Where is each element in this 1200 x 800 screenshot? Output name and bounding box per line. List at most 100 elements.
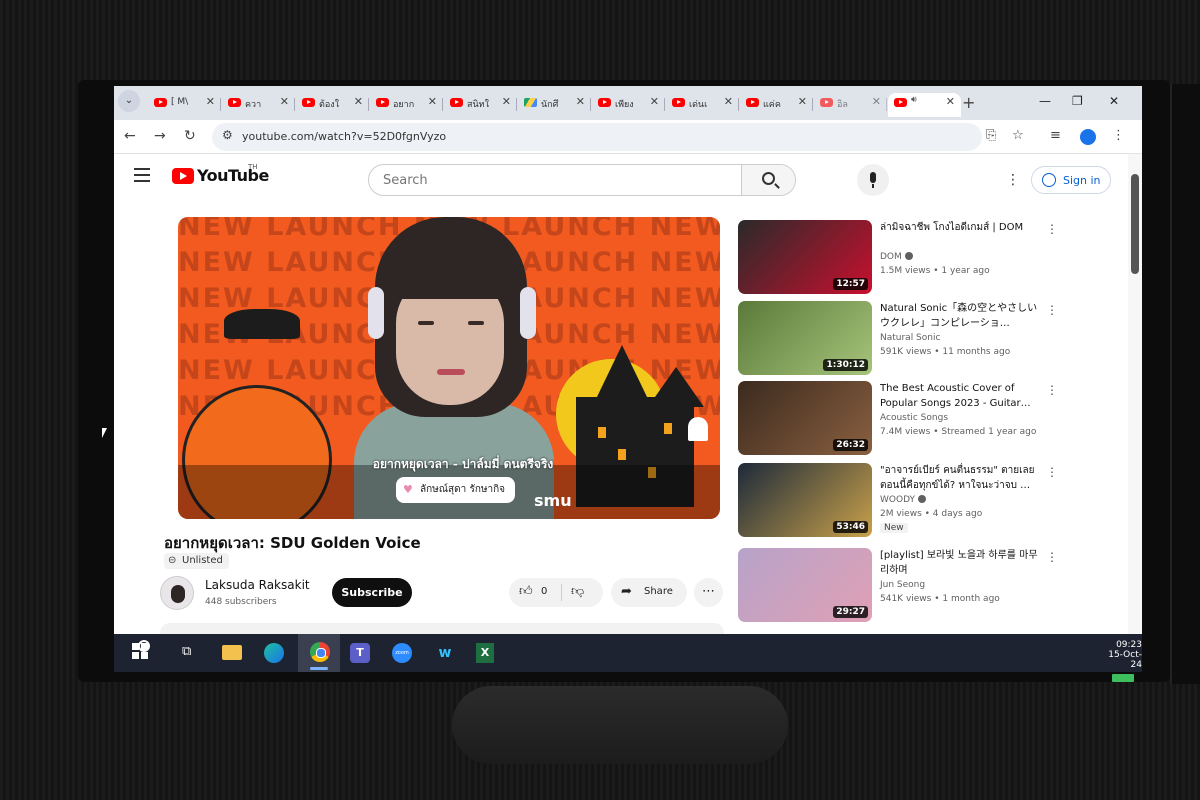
related-channel-name[interactable]: Jun Seong bbox=[880, 580, 925, 590]
browser-tab[interactable]: แค่ค ✕ bbox=[740, 93, 813, 117]
tab-close-icon[interactable]: ✕ bbox=[280, 95, 289, 108]
video-player[interactable]: NEW LAUNCH NEW LAUNCH NEW LAUNCH NEW LAU… bbox=[178, 217, 720, 519]
browser-tab[interactable]: ควา ✕ bbox=[222, 93, 295, 117]
voice-search-mic-icon[interactable] bbox=[857, 164, 889, 196]
tab-close-icon[interactable]: ✕ bbox=[206, 95, 215, 108]
tab-close-icon[interactable]: ✕ bbox=[724, 95, 733, 108]
tab-close-icon[interactable]: ✕ bbox=[650, 95, 659, 108]
subscribe-button[interactable]: Subscribe bbox=[332, 578, 412, 607]
settings-kebab-icon[interactable]: ⋮ bbox=[1006, 172, 1020, 188]
heart-icon: ♥ bbox=[403, 483, 413, 496]
install-app-icon[interactable]: ⎘ bbox=[986, 128, 996, 143]
media-controls-icon[interactable]: ≡ bbox=[1050, 128, 1061, 143]
tab-search-button[interactable]: ⌄ bbox=[118, 90, 140, 112]
search-input[interactable] bbox=[369, 165, 741, 195]
related-video-menu-icon[interactable]: ⋮ bbox=[1046, 550, 1058, 564]
task-view-icon[interactable]: ⧉ bbox=[182, 644, 191, 659]
related-video-thumbnail[interactable]: 12:57 bbox=[738, 220, 872, 294]
related-video-title[interactable]: "อาจารย์เบียร์ คนตื่นธรรม" ตายเลยตอนนี้ค… bbox=[880, 463, 1040, 493]
related-video-thumbnail[interactable]: 26:32 bbox=[738, 381, 872, 455]
country-code: TH bbox=[248, 163, 258, 171]
search-button[interactable] bbox=[741, 165, 795, 195]
clock-date: 15-Oct-24 bbox=[1108, 650, 1142, 670]
site-info-icon[interactable]: ⚙ bbox=[222, 128, 233, 142]
tab-close-icon[interactable]: ✕ bbox=[576, 95, 585, 108]
chrome-icon[interactable] bbox=[310, 642, 330, 662]
tab-label: [ M\ bbox=[171, 97, 189, 107]
new-tab-button[interactable]: + bbox=[962, 93, 975, 112]
related-video-menu-icon[interactable]: ⋮ bbox=[1046, 383, 1058, 397]
related-video-title[interactable]: ล่ามิจฉาชีพ โกงไอดีเกมส์ | DOM bbox=[880, 220, 1040, 235]
headphone-right bbox=[520, 287, 536, 339]
back-button[interactable]: ← bbox=[124, 128, 136, 144]
minimize-button[interactable]: — bbox=[1039, 94, 1051, 108]
tab-close-icon[interactable]: ✕ bbox=[946, 95, 955, 108]
browser-tab[interactable]: อิล ✕ bbox=[814, 93, 887, 117]
browser-tab[interactable]: อยาก ✕ bbox=[370, 93, 443, 117]
tab-close-icon[interactable]: ✕ bbox=[502, 95, 511, 108]
related-video-thumbnail[interactable]: 53:46 bbox=[738, 463, 872, 537]
related-video-title[interactable]: Natural Sonic「森の空とやさしいウクレレ」コンピレーショ… bbox=[880, 301, 1040, 331]
related-video-menu-icon[interactable]: ⋮ bbox=[1046, 222, 1058, 236]
tab-close-icon[interactable]: ✕ bbox=[872, 95, 881, 108]
browser-tab[interactable]: สนิทใ ✕ bbox=[444, 93, 517, 117]
teams-icon[interactable]: T bbox=[350, 643, 370, 663]
address-bar[interactable]: ⚙ youtube.com/watch?v=52D0fgnVyzo bbox=[212, 123, 982, 151]
related-video-thumbnail[interactable]: 29:27 bbox=[738, 548, 872, 622]
tab-close-icon[interactable]: ✕ bbox=[798, 95, 807, 108]
file-explorer-icon[interactable] bbox=[222, 645, 242, 660]
forward-button[interactable]: → bbox=[154, 128, 166, 144]
browser-tab[interactable]: เด่นเ ✕ bbox=[666, 93, 739, 117]
hamburger-menu-icon[interactable] bbox=[134, 168, 150, 186]
related-channel-name[interactable]: Natural Sonic bbox=[880, 333, 940, 343]
browser-tab[interactable]: เพียง ✕ bbox=[592, 93, 665, 117]
taskbar-search-icon[interactable] bbox=[138, 640, 150, 652]
share-button[interactable]: ➦ Share bbox=[611, 578, 687, 607]
related-channel-name[interactable]: WOODY bbox=[880, 495, 915, 505]
system-clock[interactable]: 09:23 15-Oct-24 bbox=[1104, 640, 1142, 670]
audio-playing-icon[interactable]: 🔊︎ bbox=[911, 95, 917, 105]
related-video-item[interactable]: 29:27 [playlist] 보라빛 노을과 하루를 마무리하며 Jun Seo… bbox=[738, 548, 1078, 624]
zoom-icon[interactable]: zoom bbox=[392, 643, 412, 663]
sign-in-button[interactable]: Sign in bbox=[1031, 166, 1111, 194]
reload-button[interactable]: ↻ bbox=[184, 128, 196, 144]
close-window-button[interactable]: ✕ bbox=[1109, 94, 1119, 108]
browser-tab[interactable]: นักศึ ✕ bbox=[518, 93, 591, 117]
related-video-menu-icon[interactable]: ⋮ bbox=[1046, 303, 1058, 317]
bookmark-star-icon[interactable]: ☆ bbox=[1012, 128, 1024, 143]
related-video-title[interactable]: The Best Acoustic Cover of Popular Songs… bbox=[880, 381, 1040, 411]
university-logo: smu bbox=[534, 491, 572, 510]
profile-avatar-icon[interactable] bbox=[1080, 129, 1096, 145]
tab-close-icon[interactable]: ✕ bbox=[428, 95, 437, 108]
ghost-graphic bbox=[688, 417, 708, 441]
browser-tab[interactable]: ต้องใ ✕ bbox=[296, 93, 369, 117]
related-video-item[interactable]: 26:32 The Best Acoustic Cover of Popular … bbox=[738, 381, 1078, 457]
webex-icon[interactable]: w bbox=[434, 643, 456, 663]
dislike-thumb-icon[interactable]: 👎︎ bbox=[571, 584, 584, 599]
browser-tab[interactable]: [ M\ ✕ bbox=[148, 93, 221, 117]
like-thumb-icon[interactable]: 👍︎ bbox=[519, 584, 533, 599]
scrollbar-thumb[interactable] bbox=[1131, 174, 1139, 274]
related-video-menu-icon[interactable]: ⋮ bbox=[1046, 465, 1058, 479]
more-actions-button[interactable]: ⋯ bbox=[694, 578, 723, 607]
related-video-title[interactable]: [playlist] 보라빛 노을과 하루를 마무리하며 bbox=[880, 548, 1040, 578]
browser-tab[interactable]: 🔊︎ ✕ bbox=[888, 93, 961, 117]
youtube-wordmark[interactable]: YouTube bbox=[197, 166, 269, 185]
related-channel-name[interactable]: DOM bbox=[880, 252, 902, 262]
youtube-favicon-icon bbox=[450, 98, 463, 107]
excel-icon[interactable]: X bbox=[476, 643, 494, 663]
related-video-thumbnail[interactable]: 1:30:12 bbox=[738, 301, 872, 375]
page-scrollbar[interactable] bbox=[1128, 154, 1142, 634]
related-channel-name[interactable]: Acoustic Songs bbox=[880, 413, 948, 423]
related-video-item[interactable]: 12:57 ล่ามิจฉาชีพ โกงไอดีเกมส์ | DOM DOM 1.… bbox=[738, 220, 1078, 296]
channel-name[interactable]: Laksuda Raksakit bbox=[205, 578, 310, 592]
related-video-item[interactable]: 1:30:12 Natural Sonic「森の空とやさしいウクレレ」コンピレーシ… bbox=[738, 301, 1078, 377]
related-video-item[interactable]: 53:46 "อาจารย์เบียร์ คนตื่นธรรม" ตายเลยตอ… bbox=[738, 463, 1078, 539]
maximize-button[interactable]: ❐ bbox=[1072, 94, 1083, 108]
singer-eye bbox=[418, 321, 434, 325]
youtube-logo-icon[interactable] bbox=[172, 168, 194, 184]
browser-menu-icon[interactable]: ⋮ bbox=[1112, 128, 1125, 143]
edge-icon[interactable] bbox=[264, 643, 284, 663]
channel-avatar[interactable] bbox=[160, 576, 194, 610]
tab-close-icon[interactable]: ✕ bbox=[354, 95, 363, 108]
